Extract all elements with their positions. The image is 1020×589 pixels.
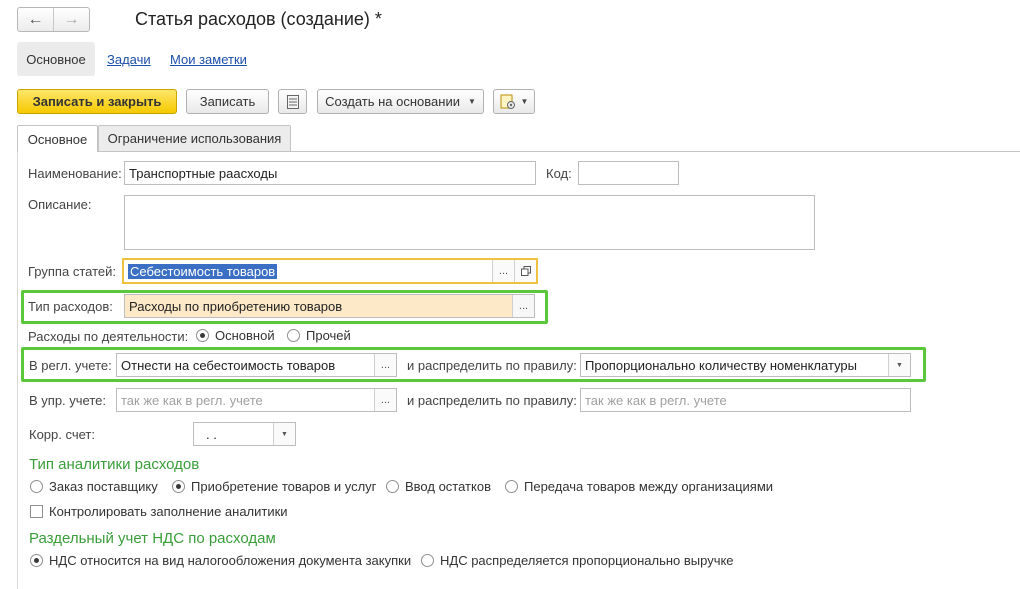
- chevron-down-icon: ▼: [520, 97, 529, 106]
- radio-selected-icon[interactable]: [196, 329, 209, 342]
- select-ellipsis-icon[interactable]: ...: [512, 295, 534, 317]
- vat-option-1-label: НДС относится на вид налогообложения док…: [49, 553, 412, 568]
- code-label: Код:: [546, 166, 572, 181]
- section-tab-main[interactable]: Основное: [17, 42, 95, 76]
- document-list-icon[interactable]: [278, 89, 307, 114]
- code-input[interactable]: [578, 161, 679, 185]
- save-button[interactable]: Записать: [186, 89, 269, 114]
- group-input[interactable]: Себестоимость товаров ...: [122, 258, 538, 284]
- expense-type-label: Тип расходов:: [28, 299, 113, 314]
- analytics-section-title: Тип аналитики расходов: [29, 456, 200, 473]
- reg-accounting-value: Отнести на себестоимость товаров: [121, 357, 336, 373]
- control-analytics-label: Контролировать заполнение аналитики: [49, 504, 288, 519]
- account-select[interactable]: . . ▼: [193, 422, 296, 446]
- radio-icon[interactable]: [421, 554, 434, 567]
- mgmt-distribute-label: и распределить по правилу:: [407, 393, 577, 408]
- reg-accounting-label: В регл. учете:: [29, 358, 112, 373]
- description-label: Описание:: [28, 197, 92, 212]
- select-ellipsis-icon[interactable]: ...: [492, 260, 514, 282]
- analytics-option-3[interactable]: Ввод остатков: [386, 479, 491, 494]
- activity-other-label: Прочей: [306, 328, 351, 343]
- control-analytics-checkbox[interactable]: Контролировать заполнение аналитики: [30, 504, 288, 519]
- name-label: Наименование:: [28, 166, 122, 181]
- open-window-icon[interactable]: [514, 260, 536, 282]
- reg-rule-select[interactable]: Пропорционально количеству номенклатуры …: [580, 353, 911, 377]
- select-ellipsis-icon[interactable]: ...: [374, 354, 396, 376]
- account-value: . .: [206, 426, 217, 442]
- analytics-option-1[interactable]: Заказ поставщику: [30, 479, 158, 494]
- mgmt-accounting-placeholder: так же как в регл. учете: [121, 392, 263, 408]
- reg-accounting-input[interactable]: Отнести на себестоимость товаров ...: [116, 353, 397, 377]
- mgmt-accounting-input[interactable]: так же как в регл. учете ...: [116, 388, 397, 412]
- create-based-on-label: Создать на основании: [325, 94, 460, 109]
- chevron-down-icon[interactable]: ▼: [888, 354, 910, 376]
- radio-selected-icon[interactable]: [172, 480, 185, 493]
- description-textarea[interactable]: [124, 195, 815, 250]
- document-gear-icon[interactable]: ▼: [493, 89, 535, 114]
- activity-label: Расходы по деятельности:: [28, 329, 189, 344]
- radio-icon[interactable]: [30, 480, 43, 493]
- tab-restrictions[interactable]: Ограничение использования: [98, 125, 291, 151]
- analytics-option-4-label: Передача товаров между организациями: [524, 479, 774, 494]
- radio-selected-icon[interactable]: [30, 554, 43, 567]
- vat-option-2[interactable]: НДС распределяется пропорционально выруч…: [421, 553, 734, 568]
- analytics-option-1-label: Заказ поставщику: [49, 479, 158, 494]
- group-value: Себестоимость товаров: [128, 263, 278, 279]
- navigation-buttons: ← →: [17, 7, 90, 32]
- mgmt-rule-input[interactable]: так же как в регл. учете: [580, 388, 911, 412]
- name-input[interactable]: Транспортные раасходы: [124, 161, 536, 185]
- arrow-left-icon[interactable]: ←: [18, 8, 53, 31]
- radio-icon[interactable]: [386, 480, 399, 493]
- analytics-option-3-label: Ввод остатков: [405, 479, 491, 494]
- form-left-border: [17, 151, 18, 589]
- tab-main[interactable]: Основное: [17, 125, 98, 152]
- group-label: Группа статей:: [28, 264, 116, 279]
- checkbox-icon[interactable]: [30, 505, 43, 518]
- save-and-close-button[interactable]: Записать и закрыть: [17, 89, 177, 114]
- activity-other-option[interactable]: Прочей: [287, 328, 351, 343]
- analytics-option-2-label: Приобретение товаров и услуг: [191, 479, 377, 494]
- mgmt-accounting-label: В упр. учете:: [29, 393, 106, 408]
- expense-type-input[interactable]: Расходы по приобретению товаров ...: [124, 294, 535, 318]
- page-title: Статья расходов (создание) *: [135, 9, 382, 29]
- activity-main-option[interactable]: Основной: [196, 328, 275, 343]
- section-link-notes[interactable]: Мои заметки: [170, 52, 247, 67]
- activity-main-label: Основной: [215, 328, 275, 343]
- expense-type-value: Расходы по приобретению товаров: [129, 298, 343, 314]
- vat-option-2-label: НДС распределяется пропорционально выруч…: [440, 553, 734, 568]
- section-link-tasks[interactable]: Задачи: [107, 52, 151, 67]
- create-based-on-button[interactable]: Создать на основании ▼: [317, 89, 484, 114]
- account-label: Корр. счет:: [29, 427, 95, 442]
- reg-rule-value: Пропорционально количеству номенклатуры: [585, 357, 857, 373]
- mgmt-rule-placeholder: так же как в регл. учете: [585, 392, 727, 408]
- reg-distribute-label: и распределить по правилу:: [407, 358, 577, 373]
- select-ellipsis-icon[interactable]: ...: [374, 389, 396, 411]
- vat-option-1[interactable]: НДС относится на вид налогообложения док…: [30, 553, 411, 568]
- vat-section-title: Раздельный учет НДС по расходам: [29, 530, 276, 547]
- analytics-option-4[interactable]: Передача товаров между организациями: [505, 479, 773, 494]
- tab-divider: [17, 151, 1020, 152]
- analytics-option-2[interactable]: Приобретение товаров и услуг: [172, 479, 376, 494]
- radio-icon[interactable]: [287, 329, 300, 342]
- arrow-right-icon[interactable]: →: [53, 8, 89, 31]
- chevron-down-icon[interactable]: ▼: [273, 423, 295, 445]
- radio-icon[interactable]: [505, 480, 518, 493]
- chevron-down-icon: ▼: [467, 97, 476, 106]
